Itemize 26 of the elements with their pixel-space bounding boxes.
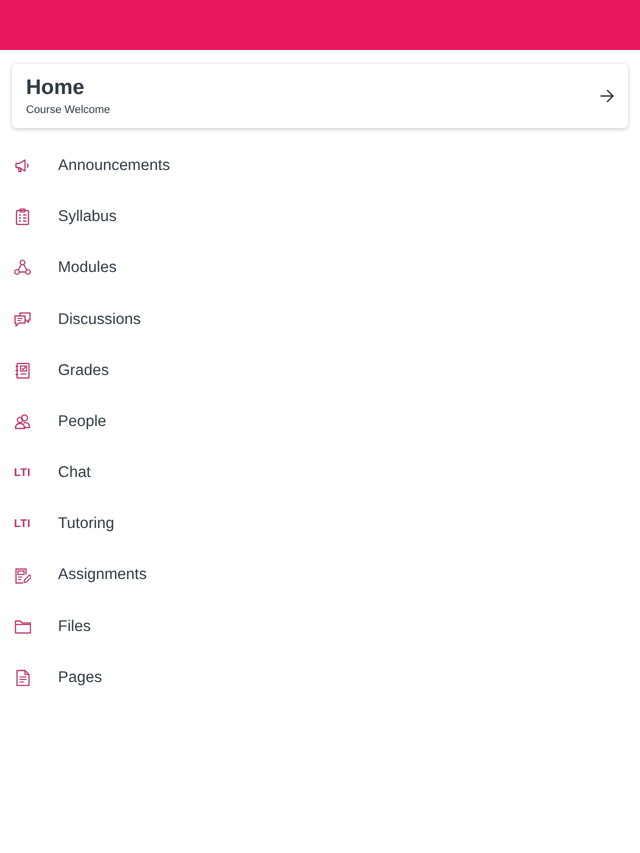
menu-item[interactable]: People bbox=[0, 396, 640, 448]
lti-label: LTI bbox=[14, 518, 31, 530]
menu-item[interactable]: Announcements bbox=[0, 140, 640, 192]
people-icon bbox=[14, 413, 31, 430]
menu-item[interactable]: Syllabus bbox=[0, 191, 640, 242]
document-pencil-icon bbox=[14, 566, 31, 584]
menu-item[interactable]: LTI Tutoring bbox=[0, 498, 640, 550]
menu-item[interactable]: Modules bbox=[0, 242, 640, 294]
card-subtitle: Course Welcome bbox=[26, 104, 112, 116]
home-card[interactable]: Home Course Welcome bbox=[12, 64, 628, 128]
menu-item[interactable]: Assignments bbox=[0, 550, 640, 601]
connected-circles-icon bbox=[14, 259, 31, 276]
menu-item[interactable]: Files bbox=[0, 600, 640, 652]
clipboard-icon bbox=[14, 208, 31, 226]
card-title: Home bbox=[26, 76, 86, 100]
menu-item[interactable]: LTI Chat bbox=[0, 447, 640, 498]
megaphone-icon bbox=[14, 157, 31, 174]
menu-item[interactable]: Discussions bbox=[0, 294, 640, 345]
speech-bubbles-icon bbox=[14, 310, 31, 328]
arrow-right-icon bbox=[600, 89, 614, 103]
document-lines-icon bbox=[14, 668, 31, 686]
lti-label: LTI bbox=[14, 466, 31, 479]
menu-item[interactable]: Pages bbox=[0, 652, 640, 704]
menu-item[interactable]: Grades bbox=[0, 344, 640, 396]
notebook-check-icon bbox=[14, 362, 31, 379]
folder-icon bbox=[14, 618, 31, 635]
